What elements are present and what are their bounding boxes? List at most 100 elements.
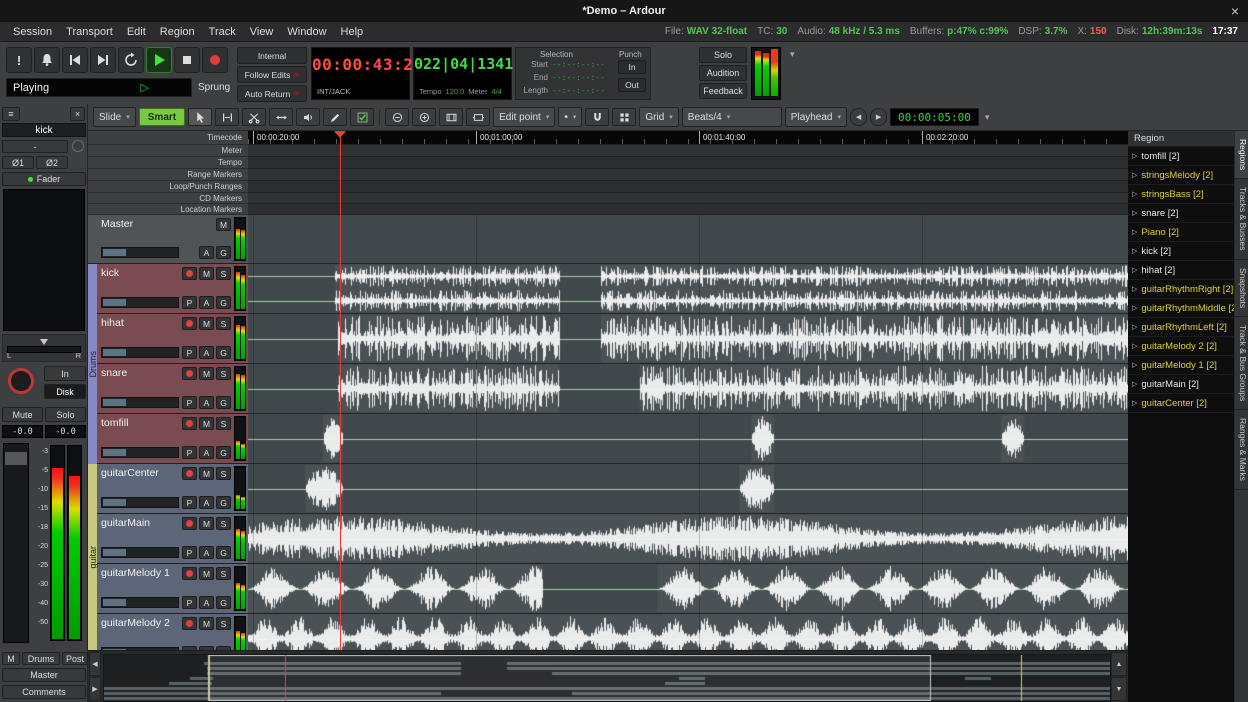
stretch-mode-button[interactable] xyxy=(269,108,293,126)
region-list-item[interactable]: ▷guitarMain [2] xyxy=(1128,375,1234,394)
mute-button[interactable]: M xyxy=(199,317,214,330)
edit-point-dropdown[interactable]: Edit point xyxy=(493,107,555,127)
audition-button[interactable]: Audition xyxy=(699,65,747,81)
region-list-item[interactable]: ▷guitarMelody 1 [2] xyxy=(1128,356,1234,375)
cut-mode-button[interactable] xyxy=(242,108,266,126)
transport-collapse-icon[interactable]: ▾ xyxy=(790,49,795,60)
track-header-kick[interactable]: kickMSPAG xyxy=(88,264,248,314)
region-list-item[interactable]: ▷guitarCenter [2] xyxy=(1128,394,1234,413)
summary-zoom-up-button[interactable]: ▲ xyxy=(1111,652,1127,676)
solo-button[interactable]: S xyxy=(216,367,231,380)
record-arm-button[interactable] xyxy=(182,417,197,430)
monitor-input-button[interactable]: In xyxy=(44,366,86,381)
track-lane-guitarmelody-2[interactable] xyxy=(248,614,1128,650)
draw-mode-button[interactable] xyxy=(323,108,347,126)
group-button[interactable]: G xyxy=(216,296,231,309)
group-button[interactable]: G xyxy=(216,446,231,459)
track-fader[interactable] xyxy=(101,347,179,358)
playlist-button[interactable]: P xyxy=(182,446,197,459)
record-arm-button[interactable] xyxy=(182,567,197,580)
record-arm-button[interactable] xyxy=(182,617,197,630)
playlist-button[interactable]: P xyxy=(182,496,197,509)
comments-button[interactable]: Comments xyxy=(2,685,86,699)
menu-session[interactable]: Session xyxy=(6,26,59,38)
grid-type-dropdown[interactable]: Beats/4 xyxy=(682,107,782,127)
side-tab-ranges-marks[interactable]: Ranges & Marks xyxy=(1235,410,1248,490)
shuttle-control[interactable]: Playing ▷ xyxy=(6,78,192,97)
internal-edit-mode-button[interactable] xyxy=(350,108,374,126)
solo-button[interactable]: S xyxy=(216,567,231,580)
monitor-disk-button[interactable]: Disk xyxy=(44,384,86,399)
phase-1-button[interactable]: Ø1 xyxy=(2,156,34,169)
track-fader[interactable] xyxy=(101,397,179,408)
play-button[interactable] xyxy=(146,47,172,73)
snap-grid-button[interactable] xyxy=(612,108,636,126)
track-lane-guitarmain[interactable] xyxy=(248,514,1128,564)
automation-button[interactable]: A xyxy=(199,296,214,309)
track-lane-master[interactable] xyxy=(248,215,1128,264)
secondary-clock[interactable]: 022|04|1341 Tempo 120.0 Meter 4/4 xyxy=(413,47,512,100)
playlist-button[interactable]: P xyxy=(182,396,197,409)
peak-display[interactable]: -0.0 xyxy=(45,425,86,438)
close-icon[interactable]: × xyxy=(1231,0,1239,22)
tab-drums[interactable]: Drums xyxy=(22,652,60,665)
side-tab-regions[interactable]: Regions xyxy=(1235,131,1248,179)
ruler-row-location-markers[interactable] xyxy=(248,204,1128,215)
ruler-row-cd-markers[interactable] xyxy=(248,193,1128,204)
strip-track-name[interactable]: kick xyxy=(2,123,86,137)
track-fader[interactable] xyxy=(101,297,179,308)
side-tab-snapshots[interactable]: Snapshots xyxy=(1235,260,1248,317)
automation-button[interactable]: A xyxy=(199,596,214,609)
playlist-button[interactable]: P xyxy=(182,296,197,309)
mute-button[interactable]: M xyxy=(216,218,231,231)
nudge-forward-button[interactable]: ▶ xyxy=(870,108,887,126)
grab-mode-button[interactable] xyxy=(188,108,212,126)
solo-global-button[interactable]: Solo xyxy=(699,47,747,63)
grid-dropdown[interactable]: Grid xyxy=(639,107,678,127)
solo-button[interactable]: S xyxy=(216,417,231,430)
solo-button[interactable]: S xyxy=(216,317,231,330)
summary-zoom-down-button[interactable]: ▼ xyxy=(1111,677,1127,701)
region-list-item[interactable]: ▷Piano [2] xyxy=(1128,223,1234,242)
track-fader[interactable] xyxy=(101,247,179,258)
track-fader[interactable] xyxy=(101,597,179,608)
menu-window[interactable]: Window xyxy=(280,26,333,38)
region-list-item[interactable]: ▷guitarMelody 2 [2] xyxy=(1128,337,1234,356)
track-header-snare[interactable]: snareMSPAG xyxy=(88,364,248,414)
audition-mode-button[interactable] xyxy=(296,108,320,126)
track-header-hihat[interactable]: hihatMSPAG xyxy=(88,314,248,364)
processor-box[interactable] xyxy=(3,189,85,331)
go-to-end-button[interactable] xyxy=(90,47,116,73)
mute-button[interactable]: M xyxy=(199,517,214,530)
group-strip-drums[interactable]: Drums xyxy=(88,264,97,464)
automation-button[interactable]: A xyxy=(199,496,214,509)
mute-button[interactable]: M xyxy=(199,617,214,630)
menu-edit[interactable]: Edit xyxy=(120,26,153,38)
menu-region[interactable]: Region xyxy=(153,26,202,38)
feedback-button[interactable]: Feedback xyxy=(699,83,747,99)
region-list-item[interactable]: ▷snare [2] xyxy=(1128,204,1234,223)
tab-post[interactable]: Post xyxy=(62,652,88,665)
strip-mute-button[interactable]: Mute xyxy=(2,407,43,422)
toolbar-collapse-icon[interactable]: ▾ xyxy=(985,112,990,123)
ruler-canvas[interactable]: 00:00:20:0000:01:00:0000:01:40:0000:02:2… xyxy=(248,131,1128,215)
click-bell-button[interactable] xyxy=(34,47,60,73)
region-list-item[interactable]: ▷stringsBass [2] xyxy=(1128,185,1234,204)
record-arm-button[interactable] xyxy=(182,517,197,530)
playhead-line[interactable] xyxy=(340,131,341,650)
strip-menu-button[interactable]: ≡ xyxy=(2,107,20,121)
gain-display[interactable]: -0.0 xyxy=(2,425,43,438)
track-header-tomfill[interactable]: tomfillMSPAG xyxy=(88,414,248,464)
group-button[interactable]: G xyxy=(216,246,231,259)
zoom-focus-dropdown[interactable]: Playhead xyxy=(785,107,847,127)
region-list-item[interactable]: ▷hihat [2] xyxy=(1128,261,1234,280)
mute-button[interactable]: M xyxy=(199,417,214,430)
mute-button[interactable]: M xyxy=(199,567,214,580)
automation-button[interactable]: A xyxy=(199,246,214,259)
mute-button[interactable]: M xyxy=(199,367,214,380)
region-list-item[interactable]: ▷kick [2] xyxy=(1128,242,1234,261)
zoom-out-button[interactable] xyxy=(385,108,409,126)
track-lane-tomfill[interactable] xyxy=(248,414,1128,464)
menu-help[interactable]: Help xyxy=(334,26,371,38)
automation-button[interactable]: A xyxy=(199,346,214,359)
